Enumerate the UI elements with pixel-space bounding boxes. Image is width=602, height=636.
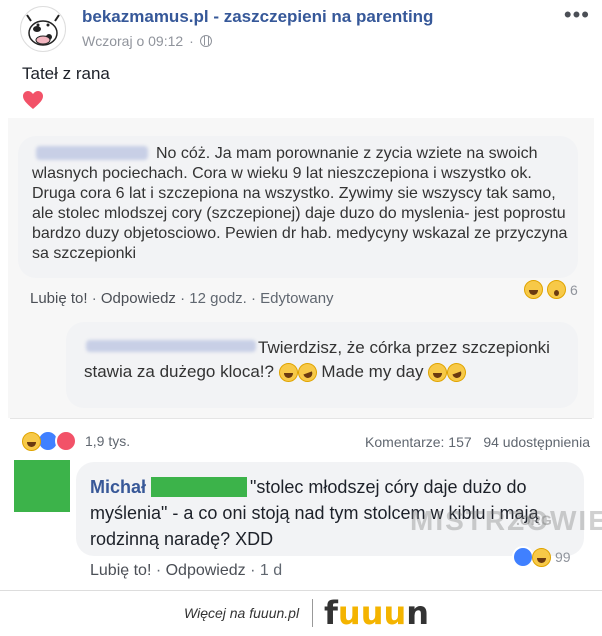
shares-count-link[interactable]: 94 udostępnienia bbox=[483, 434, 590, 450]
quoted-comment-reactions[interactable]: 6 bbox=[524, 280, 578, 299]
rofl-emoji-icon bbox=[295, 360, 320, 385]
site-footer: Więcej na fuuun.pl fuuun bbox=[0, 590, 602, 636]
laugh-reaction-icon bbox=[532, 547, 551, 567]
like-reaction-icon bbox=[512, 546, 534, 568]
comment-reactions[interactable]: 99 bbox=[512, 546, 571, 568]
quoted-comment-bubble: No cóż. Ja mam porownanie z zycia wziete… bbox=[18, 136, 578, 278]
ellipsis-icon[interactable]: ••• bbox=[564, 2, 590, 28]
embedded-screenshot: No cóż. Ja mam porownanie z zycia wziete… bbox=[8, 118, 594, 418]
comment-time: 12 godz. bbox=[189, 290, 247, 307]
facebook-post: bekazmamus.pl - zaszczepieni na parentin… bbox=[0, 0, 602, 590]
edited-label: Edytowany bbox=[260, 290, 334, 307]
reply-link[interactable]: Odpowiedz bbox=[101, 290, 176, 307]
comment-reaction-count: 99 bbox=[555, 549, 571, 565]
laugh-emoji-icon bbox=[278, 363, 298, 383]
page-avatar[interactable] bbox=[20, 6, 66, 52]
post-reactions-summary[interactable]: 1,9 tys. bbox=[22, 430, 130, 452]
like-link[interactable]: Lubię to! bbox=[30, 290, 88, 307]
wow-emoji-icon bbox=[547, 280, 566, 299]
watermark-suffix: .ORG bbox=[516, 512, 552, 528]
reaction-count: 6 bbox=[570, 281, 578, 298]
laugh-emoji-icon bbox=[428, 363, 448, 383]
rofl-emoji-icon bbox=[444, 360, 469, 385]
quoted-comment-text: No cóż. Ja mam porownanie z zycia wziete… bbox=[32, 145, 568, 262]
heart-icon bbox=[23, 91, 43, 109]
post-meta: Wczoraj o 09:12 · bbox=[82, 33, 212, 49]
cow-avatar-icon bbox=[26, 14, 60, 46]
comment-time: 1 d bbox=[259, 562, 283, 579]
reactions-count: 1,9 tys. bbox=[85, 433, 131, 449]
divider bbox=[10, 418, 592, 419]
quoted-comment-actions: Lubię to! · Odpowiedz · 12 godz. · Edyto… bbox=[30, 290, 334, 307]
comments-count-link[interactable]: Komentarze: 157 bbox=[365, 434, 472, 450]
globe-icon[interactable] bbox=[199, 35, 212, 47]
comment-author-link[interactable]: Michał bbox=[90, 477, 146, 497]
page-name-link[interactable]: bekazmamus.pl - zaszczepieni na parentin… bbox=[82, 7, 433, 27]
quoted-reply-bubble: Twierdzisz, że córka przez szczepionki s… bbox=[66, 322, 578, 408]
fuuun-logo[interactable]: fuuun bbox=[324, 594, 429, 632]
watermark: MISTRZOWIE bbox=[410, 505, 602, 536]
footer-link[interactable]: Więcej na fuuun.pl bbox=[184, 605, 299, 621]
laugh-emoji-icon bbox=[524, 280, 543, 299]
post-stats: Komentarze: 157 94 udostępnienia bbox=[365, 434, 590, 450]
comment-like-link[interactable]: Lubię to! bbox=[90, 562, 151, 579]
redacted-avatar bbox=[14, 460, 70, 512]
quoted-reply-text: Twierdzisz, że córka przez szczepionki s… bbox=[84, 336, 564, 385]
post-timestamp[interactable]: Wczoraj o 09:12 bbox=[82, 33, 183, 49]
comment-actions: Lubię to! · Odpowiedz · 1 d bbox=[90, 562, 283, 579]
reply-suffix: Made my day bbox=[321, 362, 424, 381]
footer-divider bbox=[312, 599, 313, 627]
comment-reply-link[interactable]: Odpowiedz bbox=[166, 562, 246, 579]
post-text: Tateł z rana bbox=[22, 64, 110, 83]
love-reaction-icon bbox=[55, 430, 77, 452]
laugh-reaction-icon bbox=[22, 431, 41, 451]
